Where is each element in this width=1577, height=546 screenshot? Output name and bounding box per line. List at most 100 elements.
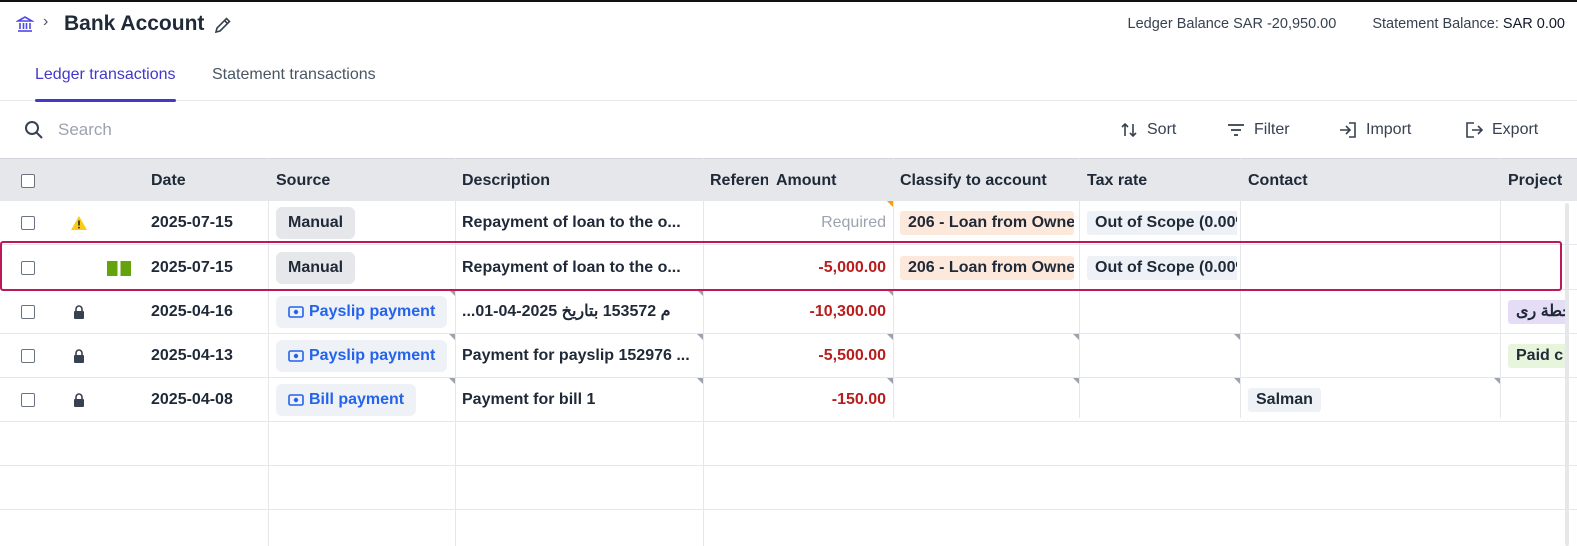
bank-icon[interactable] <box>16 15 34 33</box>
source-cell: Manual <box>276 201 356 245</box>
classify-cell[interactable]: 206 - Loan from Owner <box>900 201 1075 245</box>
breadcrumb-separator: › <box>43 13 49 30</box>
tab-ledger-transactions[interactable]: Ledger transactions <box>35 66 176 102</box>
statement-balance-label: Statement Balance: <box>1372 16 1499 32</box>
cell-marker <box>697 290 703 296</box>
source-link[interactable]: Bill payment <box>276 384 417 416</box>
sort-label: Sort <box>1147 121 1177 138</box>
search-input[interactable] <box>58 115 458 145</box>
tax-badge: Out of Scope (0.00%) <box>1087 256 1237 280</box>
export-label: Export <box>1492 121 1539 138</box>
col-contact[interactable]: Contact <box>1248 159 1498 202</box>
ledger-balance: Ledger Balance SAR -20,950.00 <box>1127 16 1337 32</box>
search-icon <box>25 121 43 139</box>
table-row[interactable]: 2025-04-16 Payslip payment ...م 153572 ب… <box>0 290 1577 334</box>
account-badge: 206 - Loan from Owner <box>900 256 1074 280</box>
filter-icon <box>1228 124 1244 136</box>
cell-marker <box>887 378 893 384</box>
source-badge[interactable]: Manual <box>276 252 356 284</box>
money-icon <box>288 306 304 318</box>
select-all-checkbox[interactable] <box>21 174 35 188</box>
row-description: Repayment of loan to the o... <box>462 214 681 231</box>
cell-marker <box>887 290 893 296</box>
warning-icon <box>71 216 87 230</box>
row-checkbox[interactable] <box>21 349 35 363</box>
filter-button[interactable]: Filter <box>1226 117 1290 143</box>
empty-row <box>0 422 1577 466</box>
cell-marker <box>697 334 703 340</box>
tax-cell[interactable]: Out of Scope (0.00%) <box>1087 246 1237 290</box>
table-header: Date Source Description Reference Amount… <box>0 158 1577 201</box>
contact-badge: Salman <box>1248 388 1321 412</box>
row-date: 2025-07-15 <box>151 214 233 231</box>
col-description[interactable]: Description <box>462 159 697 202</box>
contact-cell[interactable]: Salman <box>1248 378 1498 422</box>
cell-marker <box>449 290 455 296</box>
tax-cell[interactable]: Out of Scope (0.00%) <box>1087 201 1237 245</box>
export-icon <box>1466 122 1484 138</box>
lock-icon <box>74 393 84 407</box>
row-date: 2025-04-08 <box>151 391 233 408</box>
row-checkbox[interactable] <box>21 393 35 407</box>
col-source[interactable]: Source <box>276 159 446 202</box>
col-project[interactable]: Project <box>1508 159 1568 202</box>
table-row[interactable]: 2025-07-15 Manual Repayment of loan to t… <box>0 201 1577 245</box>
page-title: Bank Account <box>64 12 205 35</box>
cell-marker <box>887 201 893 207</box>
row-date: 2025-04-16 <box>151 303 233 320</box>
export-button[interactable]: Export <box>1464 117 1538 143</box>
transactions-table: Date Source Description Reference Amount… <box>0 158 1577 546</box>
toolbar: Sort Filter Import Export <box>0 101 1577 158</box>
col-reference[interactable]: Reference <box>710 159 768 202</box>
project-cell[interactable]: Paid c <box>1508 334 1565 378</box>
tax-badge: Out of Scope (0.00%) <box>1087 211 1237 235</box>
col-date[interactable]: Date <box>151 159 261 202</box>
row-description: Repayment of loan to the o... <box>462 259 681 276</box>
col-tax-rate[interactable]: Tax rate <box>1087 159 1237 202</box>
col-amount[interactable]: Amount <box>776 159 886 202</box>
import-icon <box>1340 122 1356 138</box>
row-description: Payment for bill 1 <box>462 391 596 408</box>
money-icon <box>288 350 304 362</box>
row-amount: -150.00 <box>831 391 886 408</box>
row-checkbox[interactable] <box>21 305 35 319</box>
vertical-scrollbar[interactable] <box>1565 203 1569 546</box>
tab-statement-transactions[interactable]: Statement transactions <box>212 66 376 101</box>
money-icon <box>288 394 304 406</box>
source-cell: Manual <box>276 246 356 290</box>
row-amount[interactable]: -5,000.00 <box>770 246 886 290</box>
cell-marker <box>449 378 455 384</box>
row-date: 2025-04-13 <box>151 347 233 364</box>
table-row[interactable]: 2025-07-15 Manual Repayment of loan to t… <box>0 246 1577 290</box>
pencil-icon[interactable] <box>213 15 233 35</box>
import-button[interactable]: Import <box>1338 117 1411 143</box>
source-badge[interactable]: Manual <box>276 207 356 239</box>
source-link[interactable]: Payslip payment <box>276 340 448 372</box>
row-date: 2025-07-15 <box>151 259 233 276</box>
cell-marker <box>1494 378 1500 384</box>
lock-icon <box>74 349 84 363</box>
source-link[interactable]: Payslip payment <box>276 296 448 328</box>
sort-button[interactable]: Sort <box>1119 117 1176 143</box>
row-checkbox[interactable] <box>21 261 35 275</box>
project-badge: Paid c <box>1508 344 1565 368</box>
page-header: › Bank Account Ledger Balance SAR -20,95… <box>0 2 1577 46</box>
balances: Ledger Balance SAR -20,950.00 Statement B… <box>1128 16 1565 32</box>
classify-cell[interactable]: 206 - Loan from Owner <box>900 246 1075 290</box>
row-amount[interactable]: Required <box>770 201 886 245</box>
book-icon <box>107 261 131 276</box>
cell-marker <box>1234 378 1240 384</box>
cell-marker <box>887 334 893 340</box>
project-cell[interactable]: خطة رى <box>1508 290 1565 334</box>
row-amount: -5,500.00 <box>818 347 886 364</box>
table-row[interactable]: 2025-04-13 Payslip payment Payment for p… <box>0 334 1577 378</box>
sort-icon <box>1121 122 1137 138</box>
import-label: Import <box>1366 121 1412 138</box>
col-classify-to-account[interactable]: Classify to account <box>900 159 1075 202</box>
source-cell: Payslip payment <box>276 290 448 334</box>
source-cell: Bill payment <box>276 378 417 422</box>
table-row[interactable]: 2025-04-08 Bill payment Payment for bill… <box>0 378 1577 422</box>
source-link-label: Payslip payment <box>309 347 436 364</box>
tab-bar: Ledger transactions Statement transactio… <box>0 60 1577 102</box>
row-checkbox[interactable] <box>21 216 35 230</box>
